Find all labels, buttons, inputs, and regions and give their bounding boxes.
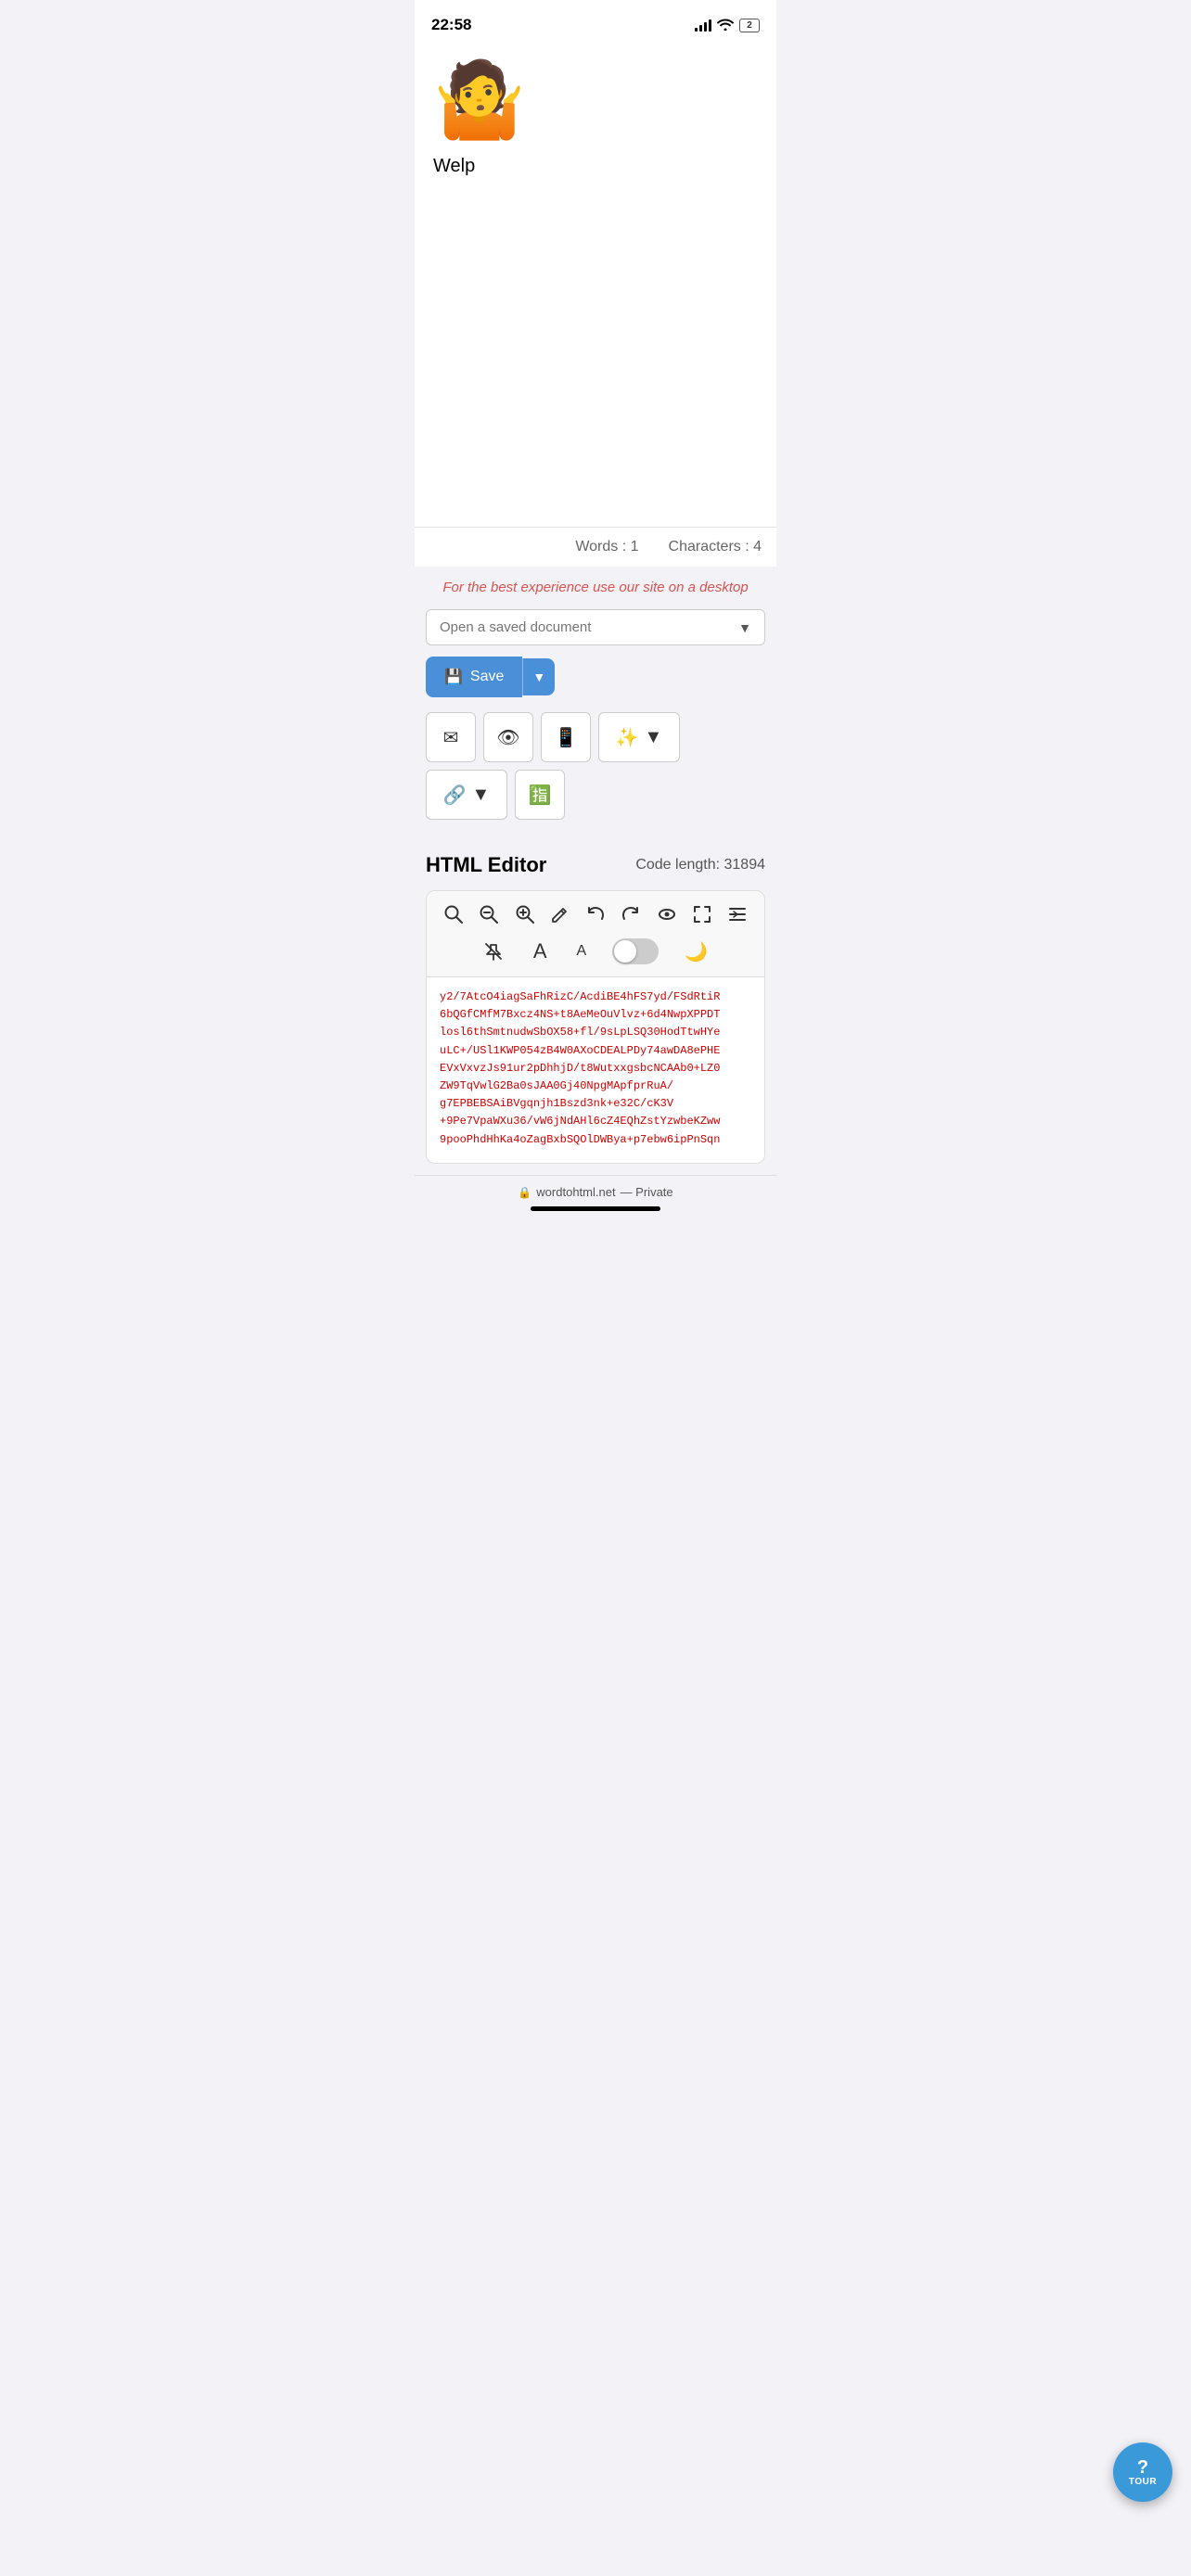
toolbar-area: ▼ 💾 Save ▼ ✉ 👁 📱 ✨ ▼ 🔗 ▼ 🈯 bbox=[415, 609, 776, 831]
editor-toolbar-row-2: A A 🌙 bbox=[440, 936, 751, 967]
tour-label: TOUR bbox=[1129, 2477, 1157, 2487]
code-line-5: EVxVxvzJs91ur2pDhhjD/t8WutxxgsbcNCAAb0+L… bbox=[440, 1062, 720, 1075]
desktop-notice-text: For the best experience use our site on … bbox=[442, 580, 748, 595]
indent-btn[interactable] bbox=[724, 900, 751, 928]
code-line-6: ZW9TqVwlG2Ba0sJAA0Gj40NpgMApfprRuA/ bbox=[440, 1079, 673, 1092]
html-editor-section: HTML Editor Code length: 31894 bbox=[415, 831, 776, 1175]
font-size-small-btn[interactable]: A bbox=[573, 939, 591, 963]
eye-icon: 👁 bbox=[496, 726, 519, 749]
code-line-8: +9Pe7VpaWXu36/vW6jNdAHl6cZ4EQhZstYzwbeKZ… bbox=[440, 1115, 720, 1128]
link-button[interactable]: 🔗 ▼ bbox=[426, 770, 507, 820]
tour-button[interactable]: ? TOUR bbox=[1113, 2442, 1172, 2502]
word-count-bar: Words : 1 Characters : 4 bbox=[415, 527, 776, 567]
bottom-bar: 🔒 wordtohtml.net — Private bbox=[415, 1175, 776, 1230]
html-editor-header: HTML Editor Code length: 31894 bbox=[426, 853, 765, 877]
desktop-notice: For the best experience use our site on … bbox=[415, 567, 776, 609]
translate-icon: 🈯 bbox=[529, 784, 552, 807]
unpin-btn[interactable] bbox=[480, 937, 507, 965]
link-icon: 🔗 bbox=[443, 784, 467, 807]
privacy-label: — Private bbox=[621, 1185, 673, 1199]
zoom-in-btn[interactable] bbox=[511, 900, 539, 928]
pen-btn[interactable] bbox=[546, 900, 574, 928]
redo-btn[interactable] bbox=[617, 900, 645, 928]
site-url: wordtohtml.net bbox=[536, 1185, 615, 1199]
signal-bars-icon bbox=[695, 19, 711, 32]
wifi-icon bbox=[717, 18, 734, 33]
search-btn[interactable] bbox=[440, 900, 467, 928]
home-indicator[interactable] bbox=[531, 1206, 660, 1211]
preview-button[interactable]: 👁 bbox=[483, 712, 533, 762]
open-doc-chevron-btn[interactable]: ▼ bbox=[725, 609, 765, 645]
save-button[interactable]: 💾 Save bbox=[426, 657, 522, 697]
status-bar: 22:58 2 bbox=[415, 0, 776, 45]
battery-icon: 2 bbox=[739, 19, 760, 32]
undo-btn[interactable] bbox=[582, 900, 609, 928]
code-line-4: uLC+/USl1KWP054zB4W0AXoCDEALPDy74awDA8eP… bbox=[440, 1044, 720, 1057]
view-btn[interactable] bbox=[653, 900, 681, 928]
dark-mode-toggle[interactable] bbox=[612, 938, 659, 964]
code-line-7: g7EPBEBSAiBVgqnjh1Bszd3nk+e32C/cK3V bbox=[440, 1097, 673, 1110]
mobile-icon: 📱 bbox=[555, 726, 578, 749]
editor-box[interactable]: A A 🌙 y2/7AtcO4iagSaFhRizC/AcdiBE4hFS7yd… bbox=[426, 890, 765, 1164]
document-text[interactable]: Welp bbox=[433, 152, 758, 180]
html-editor-title: HTML Editor bbox=[426, 853, 546, 877]
status-icons: 2 bbox=[695, 18, 760, 33]
code-line-1: y2/7AtcO4iagSaFhRizC/AcdiBE4hFS7yd/FSdRt… bbox=[440, 990, 720, 1003]
link-chevron: ▼ bbox=[472, 784, 491, 806]
editor-toolbar-row-1 bbox=[440, 900, 751, 928]
word-count: Words : 1 bbox=[575, 539, 638, 555]
open-doc-input[interactable] bbox=[426, 609, 725, 645]
moon-btn[interactable]: 🌙 bbox=[681, 937, 711, 967]
email-button[interactable]: ✉ bbox=[426, 712, 476, 762]
translate-button[interactable]: 🈯 bbox=[515, 770, 565, 820]
email-icon: ✉ bbox=[443, 726, 459, 749]
save-label: Save bbox=[470, 669, 504, 685]
wand-button[interactable]: ✨ ▼ bbox=[598, 712, 680, 762]
status-time: 22:58 bbox=[431, 16, 471, 34]
lock-icon: 🔒 bbox=[518, 1186, 531, 1199]
code-length-text: Code length: 31894 bbox=[635, 857, 765, 874]
expand-btn[interactable] bbox=[688, 900, 716, 928]
code-line-3: losl6thSmtnudwSbOX58+fl/9sLpLSQ30HodTtwH… bbox=[440, 1026, 720, 1039]
char-count: Characters : 4 bbox=[669, 539, 762, 555]
tour-question-mark: ? bbox=[1137, 2458, 1148, 2477]
zoom-out-btn[interactable] bbox=[475, 900, 503, 928]
save-btn-row: 💾 Save ▼ bbox=[426, 657, 765, 697]
bottom-bar-url: 🔒 wordtohtml.net — Private bbox=[429, 1185, 762, 1199]
wand-chevron: ▼ bbox=[645, 727, 663, 748]
action-buttons: ✉ 👁 📱 ✨ ▼ 🔗 ▼ 🈯 bbox=[426, 712, 765, 820]
mobile-preview-button[interactable]: 📱 bbox=[541, 712, 591, 762]
code-line-2: 6bQGfCMfM7Bxcz4NS+t8AeMeOuVlvz+6d4NwpXPP… bbox=[440, 1008, 720, 1021]
save-dropdown-button[interactable]: ▼ bbox=[522, 658, 555, 695]
document-emoji: 🤷 bbox=[433, 63, 758, 137]
open-doc-row: ▼ bbox=[426, 609, 765, 645]
font-size-large-btn[interactable]: A bbox=[530, 936, 551, 967]
code-line-9: 9pooPhdHhKa4oZagBxbSQOlDWBya+p7ebw6ipPnS… bbox=[440, 1133, 720, 1146]
document-area[interactable]: 🤷 Welp bbox=[415, 45, 776, 527]
editor-toolbar: A A 🌙 bbox=[427, 891, 764, 977]
save-icon: 💾 bbox=[444, 668, 463, 686]
code-content[interactable]: y2/7AtcO4iagSaFhRizC/AcdiBE4hFS7yd/FSdRt… bbox=[427, 977, 764, 1163]
wand-icon: ✨ bbox=[616, 726, 639, 749]
